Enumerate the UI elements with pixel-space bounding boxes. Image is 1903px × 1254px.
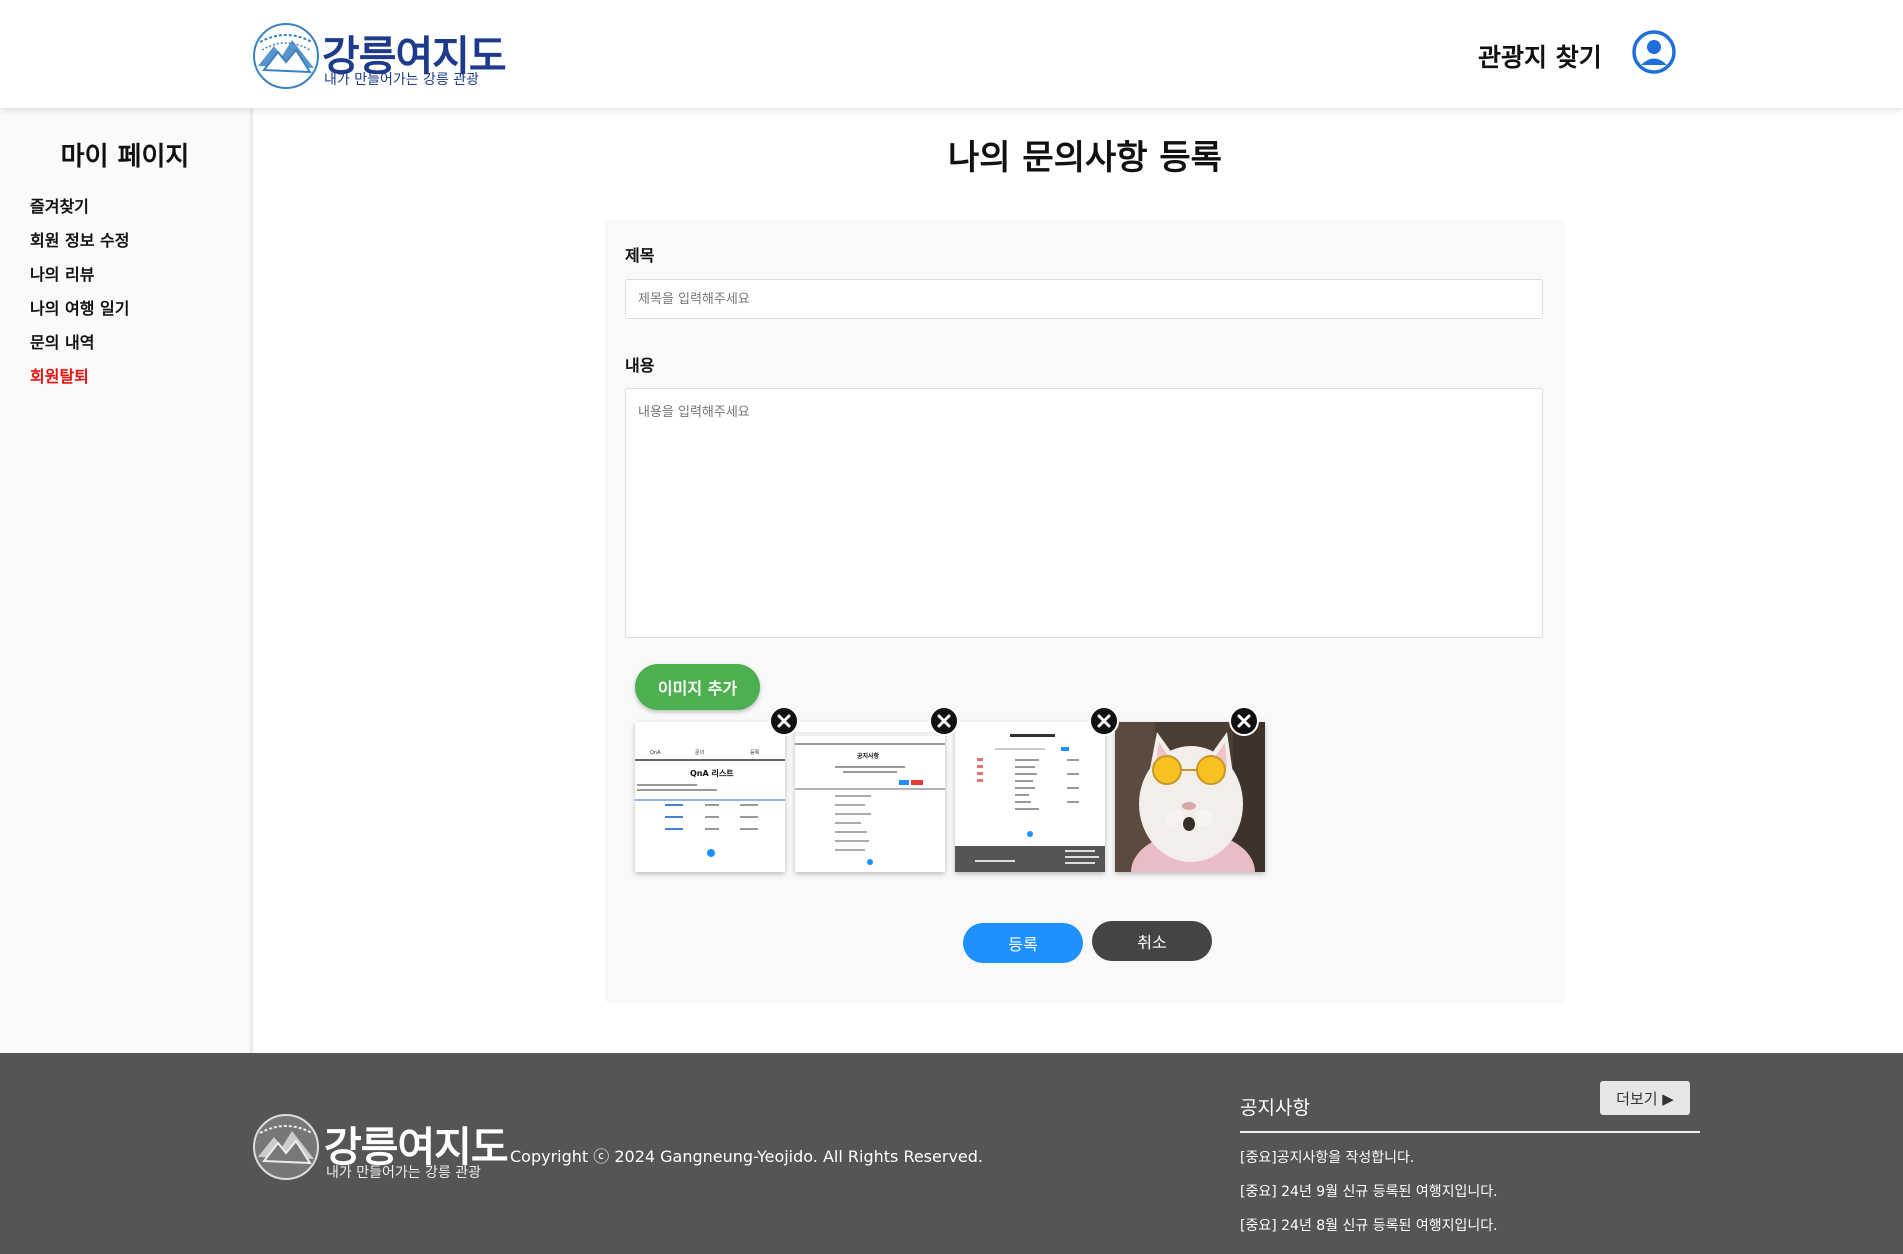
footer-logo-mountain-icon (253, 1114, 319, 1180)
inquiry-form: 제목 내용 이미지 추가 QnA 문의 등록 QnA 리스트 (605, 220, 1565, 1003)
cat-with-sunglasses-photo (1115, 722, 1265, 872)
svg-text:문의: 문의 (695, 749, 704, 756)
user-account-icon[interactable] (1632, 30, 1676, 74)
mypage-sidebar: 마이 페이지 즐겨찾기 회원 정보 수정 나의 리뷰 나의 여행 일기 문의 내… (0, 108, 253, 1053)
thumb-2-caption: 공지사항 (857, 752, 880, 760)
close-icon (1237, 714, 1251, 728)
close-icon (1097, 714, 1111, 728)
logo-subtitle: 내가 만들어가는 강릉 관광 (324, 72, 480, 88)
sidebar-item-withdraw[interactable]: 회원탈퇴 (30, 360, 129, 394)
remove-image-4-button[interactable] (1229, 706, 1259, 736)
svg-text:QnA: QnA (650, 750, 661, 756)
site-logo[interactable]: 강릉여지도 내가 만들어가는 강릉 관광 (252, 22, 507, 90)
sidebar-item-favorites[interactable]: 즐겨찾기 (30, 190, 129, 224)
image-thumbnail-4 (1115, 722, 1265, 872)
sidebar-item-inquiries[interactable]: 문의 내역 (30, 326, 129, 360)
logo-mountain-icon (253, 23, 319, 89)
site-footer: 강릉여지도 내가 만들어가는 강릉 관광 Copyright ⓒ 2024 Ga… (0, 1053, 1903, 1254)
notice-title: 공지사항 (1240, 1097, 1310, 1119)
cancel-button[interactable]: 취소 (1092, 921, 1212, 961)
qna-list-screenshot-image: QnA 문의 등록 QnA 리스트 (635, 722, 785, 872)
footer-logo[interactable]: 강릉여지도 내가 만들어가는 강릉 관광 (252, 1113, 509, 1183)
remove-image-1-button[interactable] (769, 706, 799, 736)
nav-find-attractions[interactable]: 관광지 찾기 (1478, 38, 1602, 74)
svg-text:등록: 등록 (750, 750, 760, 756)
submit-button[interactable]: 등록 (963, 923, 1083, 963)
image-thumbnail-1: QnA 문의 등록 QnA 리스트 (635, 722, 785, 872)
close-icon (937, 714, 951, 728)
copyright-text: Copyright ⓒ 2024 Gangneung-Yeojido. All … (510, 1147, 983, 1166)
footer-logo-subtitle: 내가 만들어가는 강릉 관광 (326, 1165, 482, 1181)
site-header: 강릉여지도 내가 만들어가는 강릉 관광 관광지 찾기 (0, 0, 1903, 108)
title-input[interactable] (625, 279, 1543, 319)
admin-list-screenshot-image (955, 722, 1105, 872)
close-icon (777, 714, 791, 728)
add-image-button[interactable]: 이미지 추가 (635, 664, 760, 710)
sidebar-title: 마이 페이지 (60, 142, 190, 172)
sidebar-item-my-reviews[interactable]: 나의 리뷰 (30, 258, 129, 292)
sidebar-menu: 즐겨찾기 회원 정보 수정 나의 리뷰 나의 여행 일기 문의 내역 회원탈퇴 (30, 190, 129, 394)
notice-list-screenshot-image: 공지사항 (795, 722, 945, 872)
image-thumbnail-3 (955, 722, 1105, 872)
notice-item[interactable]: [중요] 24년 8월 신규 등록된 여행지입니다. (1240, 1209, 1498, 1243)
image-thumbnail-2: 공지사항 (795, 722, 945, 872)
notice-item[interactable]: [중요] 24년 9월 신규 등록된 여행지입니다. (1240, 1175, 1498, 1209)
content-textarea[interactable] (625, 388, 1543, 638)
notice-item[interactable]: [중요]공지사항을 작성합니다. (1240, 1141, 1498, 1175)
sidebar-item-travel-diary[interactable]: 나의 여행 일기 (30, 292, 129, 326)
remove-image-3-button[interactable] (1089, 706, 1119, 736)
content-label: 내용 (625, 356, 655, 375)
sidebar-item-edit-profile[interactable]: 회원 정보 수정 (30, 224, 129, 258)
notice-more-button[interactable]: 더보기 ▶ (1600, 1081, 1690, 1115)
thumb-1-caption: QnA 리스트 (690, 768, 734, 778)
title-label: 제목 (625, 246, 655, 265)
page-title: 나의 문의사항 등록 (948, 138, 1222, 178)
notice-divider (1240, 1131, 1700, 1133)
notice-list: [중요]공지사항을 작성합니다. [중요] 24년 9월 신규 등록된 여행지입… (1240, 1141, 1498, 1243)
remove-image-2-button[interactable] (929, 706, 959, 736)
